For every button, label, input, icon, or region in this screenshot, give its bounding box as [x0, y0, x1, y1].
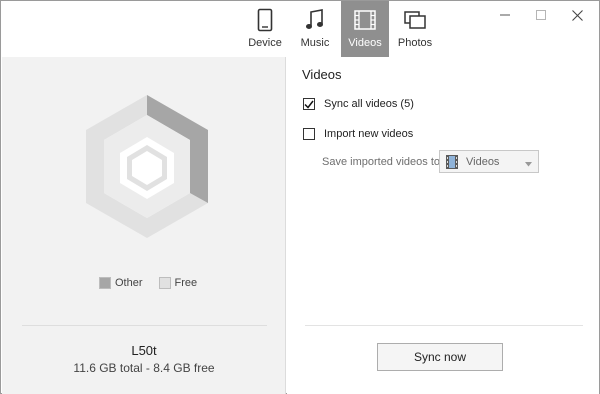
film-icon: [353, 8, 377, 32]
sync-now-button[interactable]: Sync now: [377, 343, 503, 371]
device-storage-panel: Other Free L50t 11.6 GB total - 8.4 GB f…: [2, 57, 286, 394]
minimize-icon: [500, 14, 510, 16]
tab-videos[interactable]: Videos: [341, 1, 389, 57]
section-title: Videos: [302, 67, 342, 82]
chevron-down-icon: [525, 158, 532, 170]
tab-device-label: Device: [248, 37, 282, 49]
photos-icon: [403, 8, 427, 32]
videos-settings-panel: Videos Sync all videos (5) Import new vi…: [287, 57, 599, 394]
sync-all-videos-checkbox[interactable]: Sync all videos (5): [303, 98, 414, 110]
storage-hexagon-chart: [82, 93, 212, 243]
legend-other: Other: [99, 277, 143, 289]
legend-other-label: Other: [115, 277, 143, 289]
tab-device[interactable]: Device: [241, 1, 289, 57]
checkmark-icon: [304, 100, 314, 109]
legend-free-swatch: [158, 277, 171, 289]
maximize-icon: [536, 10, 546, 20]
storage-summary: 11.6 GB total - 8.4 GB free: [73, 361, 215, 375]
save-location-value: Videos: [466, 155, 500, 168]
checkbox-unchecked[interactable]: [303, 128, 315, 140]
maximize-button[interactable]: [523, 1, 559, 29]
tab-strip: Device Music Videos Photos: [241, 1, 441, 57]
import-new-videos-checkbox[interactable]: Import new videos: [303, 128, 413, 140]
music-note-icon: [303, 8, 327, 32]
device-name: L50t: [131, 343, 157, 358]
save-location-dropdown[interactable]: Videos: [439, 150, 539, 173]
tab-videos-label: Videos: [348, 37, 382, 49]
legend-free-label: Free: [174, 277, 198, 289]
storage-legend: Other Free: [99, 277, 213, 289]
divider: [22, 325, 267, 326]
tab-photos-label: Photos: [397, 37, 433, 49]
checkbox-checked[interactable]: [303, 98, 315, 110]
save-imported-label: Save imported videos to: [322, 156, 441, 168]
legend-free: Free: [158, 277, 198, 289]
tab-bar: Device Music Videos Photos: [1, 1, 599, 57]
tab-music-label: Music: [300, 37, 330, 49]
sync-all-videos-label: Sync all videos (5): [324, 98, 414, 110]
divider: [305, 325, 583, 326]
close-icon: [571, 9, 583, 21]
legend-other-swatch: [99, 277, 111, 289]
tab-photos[interactable]: Photos: [391, 1, 439, 57]
import-new-videos-label: Import new videos: [324, 128, 414, 140]
tab-music[interactable]: Music: [291, 1, 339, 57]
window-controls: [487, 1, 595, 29]
close-button[interactable]: [559, 1, 595, 29]
app-window: Device Music Videos Photos Other Free L5…: [0, 0, 600, 394]
minimize-button[interactable]: [487, 1, 523, 29]
video-library-icon: [446, 154, 458, 169]
phone-icon: [253, 8, 277, 32]
